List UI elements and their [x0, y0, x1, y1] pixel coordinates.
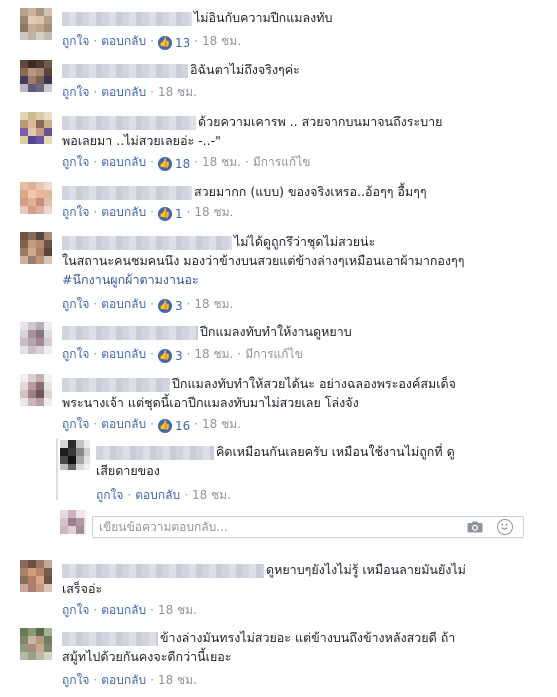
comment-text-line1: ด้วยความเคารพ .. สวยจากบนมาจนถึงระบาย	[198, 114, 443, 129]
like-button[interactable]: ถูกใจ	[62, 673, 89, 687]
edited-link[interactable]: มีการแก้ไข	[245, 347, 303, 361]
timestamp[interactable]: 18 ชม.	[202, 417, 241, 431]
reply-button[interactable]: ตอบกลับ	[101, 85, 146, 99]
thumbs-up-icon: 👍	[157, 36, 172, 50]
comment-text: อิฉันตาไม่ถึงจริงๆค่ะ	[190, 62, 300, 77]
like-count-badge[interactable]: 👍 1	[157, 206, 183, 222]
comment-text-line1: ปีกแมลงทับทำให้สวยได้นะ อย่างฉลองพระองค์…	[172, 376, 456, 391]
like-button[interactable]: ถูกใจ	[62, 155, 89, 169]
like-button[interactable]: ถูกใจ	[62, 205, 89, 219]
avatar[interactable]	[20, 232, 52, 264]
avatar[interactable]	[20, 374, 52, 406]
comment-text-line1: ดูหยาบๆยังไงไม่รู้ เหมือนลายมันยังไม่	[266, 562, 466, 577]
reply-input[interactable]	[93, 517, 453, 537]
like-count-badge[interactable]: 👍 3	[157, 348, 183, 364]
like-count-badge[interactable]: 👍 16	[157, 418, 190, 434]
timestamp[interactable]: 18 ชม.	[158, 673, 197, 687]
like-button[interactable]: ถูกใจ	[62, 417, 89, 431]
comment-text-line2: พอเลยมา ..ไม่สวยเลยอ่ะ -..-"	[62, 133, 221, 148]
thumbs-up-icon: 👍	[157, 419, 172, 433]
comment-text-line2: ในสถานะคนชมคนนึง มองว่าข้างบนสวยแต่ข้างล…	[62, 253, 465, 268]
commenter-name[interactable]	[62, 235, 232, 250]
reply-button[interactable]: ตอบกลับ	[101, 417, 146, 431]
like-button[interactable]: ถูกใจ	[62, 603, 89, 617]
comment-text-line2: เสร็จอ่ะ	[62, 581, 103, 596]
timestamp[interactable]: 18 ชม.	[194, 347, 233, 361]
avatar[interactable]	[20, 182, 52, 214]
thumbs-up-icon: 👍	[157, 349, 172, 363]
avatar[interactable]	[20, 560, 52, 592]
avatar[interactable]	[60, 440, 90, 470]
comment-text: สวยมากก (แบบ) ของจริงเหรอ..อ้อๆๆ อื้มๆๆ	[194, 184, 427, 199]
timestamp[interactable]: 18 ชม.	[158, 85, 197, 99]
avatar[interactable]	[20, 322, 52, 354]
my-avatar	[60, 510, 86, 536]
reply-button[interactable]: ตอบกลับ	[135, 488, 180, 502]
like-button[interactable]: ถูกใจ	[96, 488, 123, 502]
like-button[interactable]: ถูกใจ	[62, 297, 89, 311]
comment-text-line2: พระนางเจ้า แต่ชุดนี้เอาปีกแมลงทับมาไม่สว…	[62, 395, 359, 410]
commenter-name[interactable]	[62, 377, 170, 392]
commenter-name[interactable]	[96, 445, 214, 460]
thumbs-up-icon: 👍	[157, 157, 172, 171]
commenter-name[interactable]	[62, 325, 198, 340]
comment-text-line1: ไม่ได้ดูถูกรึว่าชุดไม่สวยน่ะ	[234, 234, 376, 249]
reply-button[interactable]: ตอบกลับ	[101, 347, 146, 361]
like-count-badge[interactable]: 👍 13	[157, 35, 190, 51]
camera-icon[interactable]	[467, 521, 483, 533]
reply-button[interactable]: ตอบกลับ	[101, 673, 146, 687]
comment-text: ปีกแมลงทับทำให้งานดูหยาบ	[200, 324, 352, 339]
reply-button[interactable]: ตอบกลับ	[101, 34, 146, 48]
reply-button[interactable]: ตอบกลับ	[101, 205, 146, 219]
reply-button[interactable]: ตอบกลับ	[101, 297, 146, 311]
commenter-name[interactable]	[62, 563, 264, 578]
commenter-name[interactable]	[62, 63, 188, 78]
hashtag-link[interactable]: #นึกงานผูกผ้าตามงานอะ	[62, 270, 464, 289]
commenter-name[interactable]	[62, 631, 158, 646]
edited-link[interactable]: มีการแก้ไข	[253, 155, 311, 169]
avatar[interactable]	[20, 8, 52, 40]
timestamp[interactable]: 18 ชม.	[194, 205, 233, 219]
reply-thread-line	[56, 438, 58, 500]
timestamp[interactable]: 18 ชม.	[158, 603, 197, 617]
like-count-badge[interactable]: 👍 3	[157, 298, 183, 314]
timestamp[interactable]: 18 ชม.	[192, 488, 231, 502]
like-button[interactable]: ถูกใจ	[62, 85, 89, 99]
avatar[interactable]	[20, 60, 52, 92]
emoji-icon[interactable]	[497, 519, 513, 535]
comment-text-line1: ข้างล่างมันทรงไม่สวยอะ แต่ข้างบนถึงข้างห…	[160, 630, 456, 645]
timestamp[interactable]: 18 ชม.	[202, 155, 241, 169]
commenter-name[interactable]	[62, 11, 192, 26]
thumbs-up-icon: 👍	[157, 299, 172, 313]
like-button[interactable]: ถูกใจ	[62, 34, 89, 48]
reply-button[interactable]: ตอบกลับ	[101, 603, 146, 617]
commenter-name[interactable]	[62, 115, 196, 130]
like-count-badge[interactable]: 👍 18	[157, 156, 190, 172]
timestamp[interactable]: 18 ชม.	[194, 297, 233, 311]
avatar[interactable]	[20, 112, 52, 144]
avatar[interactable]	[20, 628, 52, 660]
like-button[interactable]: ถูกใจ	[62, 347, 89, 361]
comment-text-line1: คิดเหมือนกันเลยครับ เหมือนใช้งานไม่ถูกที…	[216, 444, 455, 459]
comment-text-line2: สมู้ทไปด้วยกันคงจะดีกว่านี้เยอะ	[62, 649, 232, 664]
thumbs-up-icon: 👍	[157, 207, 172, 221]
commenter-name[interactable]	[62, 185, 192, 200]
timestamp[interactable]: 18 ชม.	[202, 34, 241, 48]
comment-text: ไม่อินกับความปีกแมลงทับ	[194, 10, 333, 25]
comment-text-line2: เสียดายของ	[96, 463, 160, 478]
reply-input-box	[92, 516, 524, 538]
reply-button[interactable]: ตอบกลับ	[101, 155, 146, 169]
